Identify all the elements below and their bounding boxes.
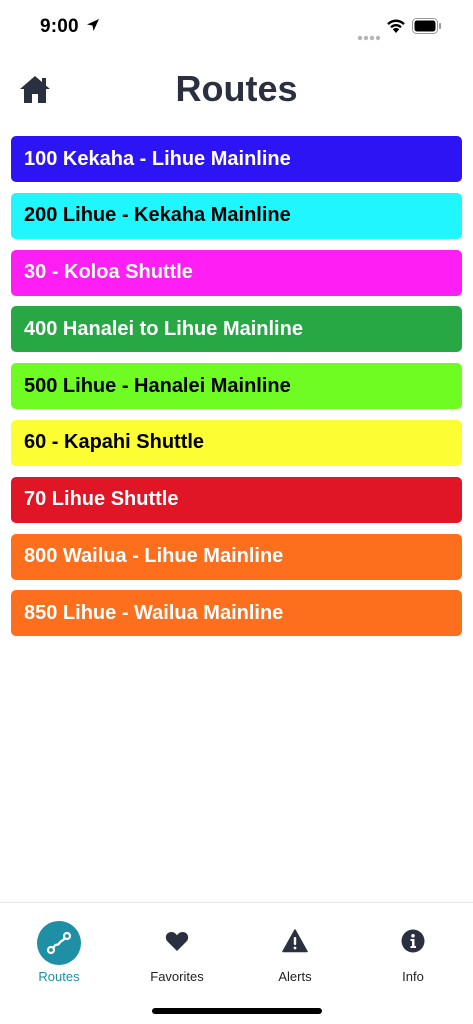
battery-icon xyxy=(412,18,442,39)
route-item[interactable]: 60 - Kapahi Shuttle xyxy=(11,419,462,466)
tab-bar: Routes Favorites Alerts Info xyxy=(0,902,473,1024)
tab-label: Alerts xyxy=(278,969,312,984)
route-label: 800 Wailua - Lihue Mainline xyxy=(24,545,284,568)
route-label: 500 Lihue - Hanalei Mainline xyxy=(24,374,291,397)
tab-label: Info xyxy=(402,969,424,984)
tab-label: Favorites xyxy=(150,969,204,984)
route-item[interactable]: 850 Lihue - Wailua Mainline xyxy=(11,590,462,637)
tab-favorites[interactable]: Favorites xyxy=(118,903,236,1003)
location-arrow-icon xyxy=(86,18,100,37)
tab-info[interactable]: Info xyxy=(354,903,472,1003)
info-icon xyxy=(401,929,425,958)
route-label: 70 Lihue Shuttle xyxy=(24,488,179,511)
route-item[interactable]: 200 Lihue - Kekaha Mainline xyxy=(11,192,462,239)
route-label: 400 Hanalei to Lihue Mainline xyxy=(24,317,303,340)
route-item[interactable]: 100 Kekaha - Lihue Mainline xyxy=(11,136,462,182)
route-icon xyxy=(37,921,81,965)
tab-alerts[interactable]: Alerts xyxy=(236,903,354,1003)
route-item[interactable]: 500 Lihue - Hanalei Mainline xyxy=(11,363,462,410)
route-item[interactable]: 30 - Koloa Shuttle xyxy=(11,249,462,296)
home-indicator[interactable] xyxy=(152,1008,322,1014)
route-label: 60 - Kapahi Shuttle xyxy=(24,431,205,454)
signal-dots-icon xyxy=(357,28,381,46)
status-time: 9:00 xyxy=(40,16,79,37)
header: Routes xyxy=(0,62,473,118)
status-bar: 9:00 xyxy=(0,0,473,54)
page-title: Routes xyxy=(175,68,298,109)
alert-icon xyxy=(282,928,308,958)
tab-label: Routes xyxy=(38,969,80,984)
tab-routes[interactable]: Routes xyxy=(0,903,118,1003)
route-item[interactable]: 800 Wailua - Lihue Mainline xyxy=(11,533,462,580)
wifi-icon xyxy=(386,18,406,39)
route-item[interactable]: 70 Lihue Shuttle xyxy=(11,476,462,523)
route-list: 100 Kekaha - Lihue Mainline 200 Lihue - … xyxy=(11,136,462,647)
route-label: 850 Lihue - Wailua Mainline xyxy=(24,601,284,624)
heart-icon xyxy=(165,930,189,957)
route-item[interactable]: 400 Hanalei to Lihue Mainline xyxy=(11,306,462,353)
route-label: 30 - Koloa Shuttle xyxy=(24,261,193,284)
route-label: 100 Kekaha - Lihue Mainline xyxy=(24,147,291,170)
route-label: 200 Lihue - Kekaha Mainline xyxy=(24,204,291,227)
